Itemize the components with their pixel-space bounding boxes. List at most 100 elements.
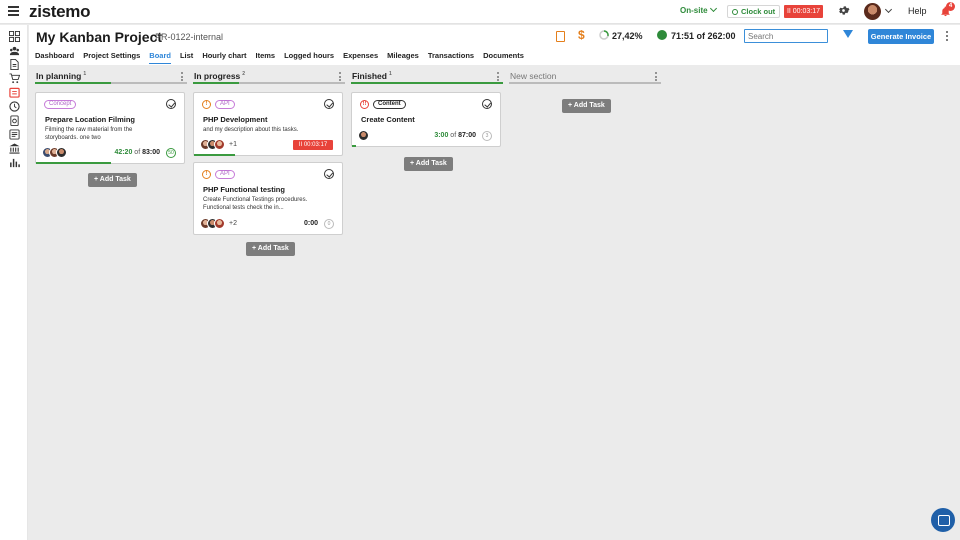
complete-task-icon[interactable] bbox=[166, 99, 176, 109]
contacts-icon[interactable] bbox=[9, 45, 20, 56]
tab-hourly-chart[interactable]: Hourly chart bbox=[202, 51, 246, 64]
column-title[interactable]: In planning 1 bbox=[36, 71, 86, 81]
task-time: 3:00 of 87:00 bbox=[434, 132, 476, 139]
column-title[interactable]: Finished 1 bbox=[352, 71, 392, 81]
add-task-button[interactable]: + Add Task bbox=[404, 157, 453, 171]
chevron-down-icon[interactable] bbox=[884, 5, 893, 14]
time-progress-badge: 3 bbox=[482, 131, 492, 141]
column-menu-icon[interactable] bbox=[181, 72, 183, 83]
assignee-avatars[interactable] bbox=[200, 218, 225, 229]
assignee-avatars[interactable] bbox=[358, 130, 369, 141]
top-bar: zistemo On-site Clock out II 00:03:17 He… bbox=[0, 0, 960, 24]
task-description: Filming the raw material from the storyb… bbox=[45, 127, 133, 141]
more-assignees-count: +2 bbox=[229, 220, 237, 227]
assignee-avatars[interactable] bbox=[42, 147, 67, 158]
tab-dashboard[interactable]: Dashboard bbox=[35, 51, 74, 64]
complete-task-icon[interactable] bbox=[482, 99, 492, 109]
generate-invoice-button[interactable]: Generate Invoice bbox=[868, 29, 934, 44]
task-progress-bar bbox=[36, 162, 112, 164]
task-tag: API bbox=[215, 100, 235, 109]
task-tag: API bbox=[215, 170, 235, 179]
tab-expenses[interactable]: Expenses bbox=[343, 51, 378, 64]
column-progress-bar bbox=[351, 82, 503, 84]
tab-logged-hours[interactable]: Logged hours bbox=[284, 51, 334, 64]
column-menu-icon[interactable] bbox=[655, 72, 657, 83]
task-title: PHP Functional testing bbox=[203, 185, 285, 194]
add-task-button[interactable]: + Add Task bbox=[562, 99, 611, 113]
complete-task-icon[interactable] bbox=[324, 169, 334, 179]
invoice-icon[interactable] bbox=[556, 31, 565, 42]
task-tag: Content bbox=[373, 100, 406, 109]
column-progress-bar bbox=[193, 82, 239, 84]
filter-icon[interactable] bbox=[843, 30, 853, 38]
sidebar bbox=[0, 25, 28, 540]
project-tabs: Dashboard Project Settings Board List Hourly… bbox=[35, 51, 533, 64]
column-title[interactable]: In progress 2 bbox=[194, 71, 245, 81]
tab-board[interactable]: Board bbox=[149, 51, 171, 64]
add-task-button[interactable]: + Add Task bbox=[88, 173, 137, 187]
running-timer-button[interactable]: II 00:03:17 bbox=[784, 5, 823, 18]
time-total: 83:00 bbox=[142, 149, 160, 156]
column-menu-icon[interactable] bbox=[339, 72, 341, 83]
avatar bbox=[358, 130, 369, 141]
project-hours: 71:51 of 262:00 bbox=[671, 31, 736, 41]
chart-icon[interactable] bbox=[9, 157, 20, 168]
clock-out-button[interactable]: Clock out bbox=[727, 5, 781, 18]
priority-icon: !! bbox=[360, 100, 369, 109]
tab-documents[interactable]: Documents bbox=[483, 51, 524, 64]
column-task-count: 1 bbox=[388, 71, 392, 78]
task-card[interactable]: ! API PHP Functional testing Create Functio… bbox=[193, 162, 343, 235]
progress-ring-icon bbox=[599, 30, 609, 40]
running-timer-button[interactable]: II 00:03:17 bbox=[293, 140, 333, 150]
app-logo[interactable]: zistemo bbox=[29, 2, 91, 22]
project-title: My Kanban Project bbox=[36, 29, 163, 45]
work-location-dropdown[interactable]: On-site bbox=[680, 4, 717, 15]
time-icon[interactable] bbox=[9, 101, 20, 112]
time-spent: 3:00 bbox=[434, 132, 449, 139]
avatar bbox=[56, 147, 67, 158]
bank-icon[interactable] bbox=[9, 143, 20, 154]
time-progress-badge: 50 bbox=[166, 148, 176, 158]
task-card[interactable]: !! Content Create Content 3:00 of 87:00 3 bbox=[351, 92, 501, 147]
projects-icon[interactable] bbox=[9, 87, 20, 98]
task-tag: Concept bbox=[44, 100, 77, 109]
priority-icon: ! bbox=[202, 100, 211, 109]
tab-project-settings[interactable]: Project Settings bbox=[83, 51, 140, 64]
time-total: 87:00 bbox=[458, 132, 476, 139]
clock-icon bbox=[732, 8, 738, 15]
task-title: PHP Development bbox=[203, 115, 268, 124]
more-options-icon[interactable] bbox=[946, 31, 949, 43]
column-title[interactable]: New section bbox=[510, 71, 556, 81]
menu-icon[interactable] bbox=[8, 6, 19, 16]
task-title: Create Content bbox=[361, 115, 415, 124]
tab-mileages[interactable]: Mileages bbox=[387, 51, 419, 64]
chat-support-icon[interactable] bbox=[931, 508, 955, 532]
help-link[interactable]: Help bbox=[908, 6, 927, 16]
column-task-count: 2 bbox=[242, 71, 246, 78]
user-avatar[interactable] bbox=[864, 3, 881, 20]
column-menu-icon[interactable] bbox=[497, 72, 499, 83]
tab-list[interactable]: List bbox=[180, 51, 193, 64]
task-card[interactable]: Concept Prepare Location Filming Filming t… bbox=[35, 92, 185, 164]
column-header: New section bbox=[509, 68, 661, 84]
reports-icon[interactable] bbox=[9, 129, 20, 140]
work-location-label: On-site bbox=[680, 6, 708, 15]
cart-icon[interactable] bbox=[9, 73, 20, 84]
task-progress-bar bbox=[194, 154, 236, 156]
complete-task-icon[interactable] bbox=[324, 99, 334, 109]
dollar-icon[interactable]: $ bbox=[578, 28, 585, 42]
expenses-icon[interactable] bbox=[9, 115, 20, 126]
add-task-button[interactable]: + Add Task bbox=[246, 242, 295, 256]
dashboard-icon[interactable] bbox=[9, 31, 20, 42]
assignee-avatars[interactable] bbox=[200, 139, 225, 150]
gear-icon[interactable] bbox=[837, 4, 850, 17]
board-column: In progress 2! API PHP Development and my de… bbox=[193, 68, 345, 256]
tab-transactions[interactable]: Transactions bbox=[428, 51, 474, 64]
project-header: My Kanban Project PR-0122-internal $ 27,… bbox=[29, 25, 960, 65]
search-input[interactable] bbox=[744, 29, 828, 43]
column-title-text: New section bbox=[510, 71, 557, 81]
documents-icon[interactable] bbox=[9, 59, 20, 70]
task-description: and my description about this tasks. bbox=[203, 127, 299, 133]
tab-items[interactable]: Items bbox=[256, 51, 276, 64]
task-card[interactable]: ! API PHP Development and my description ab… bbox=[193, 92, 343, 156]
